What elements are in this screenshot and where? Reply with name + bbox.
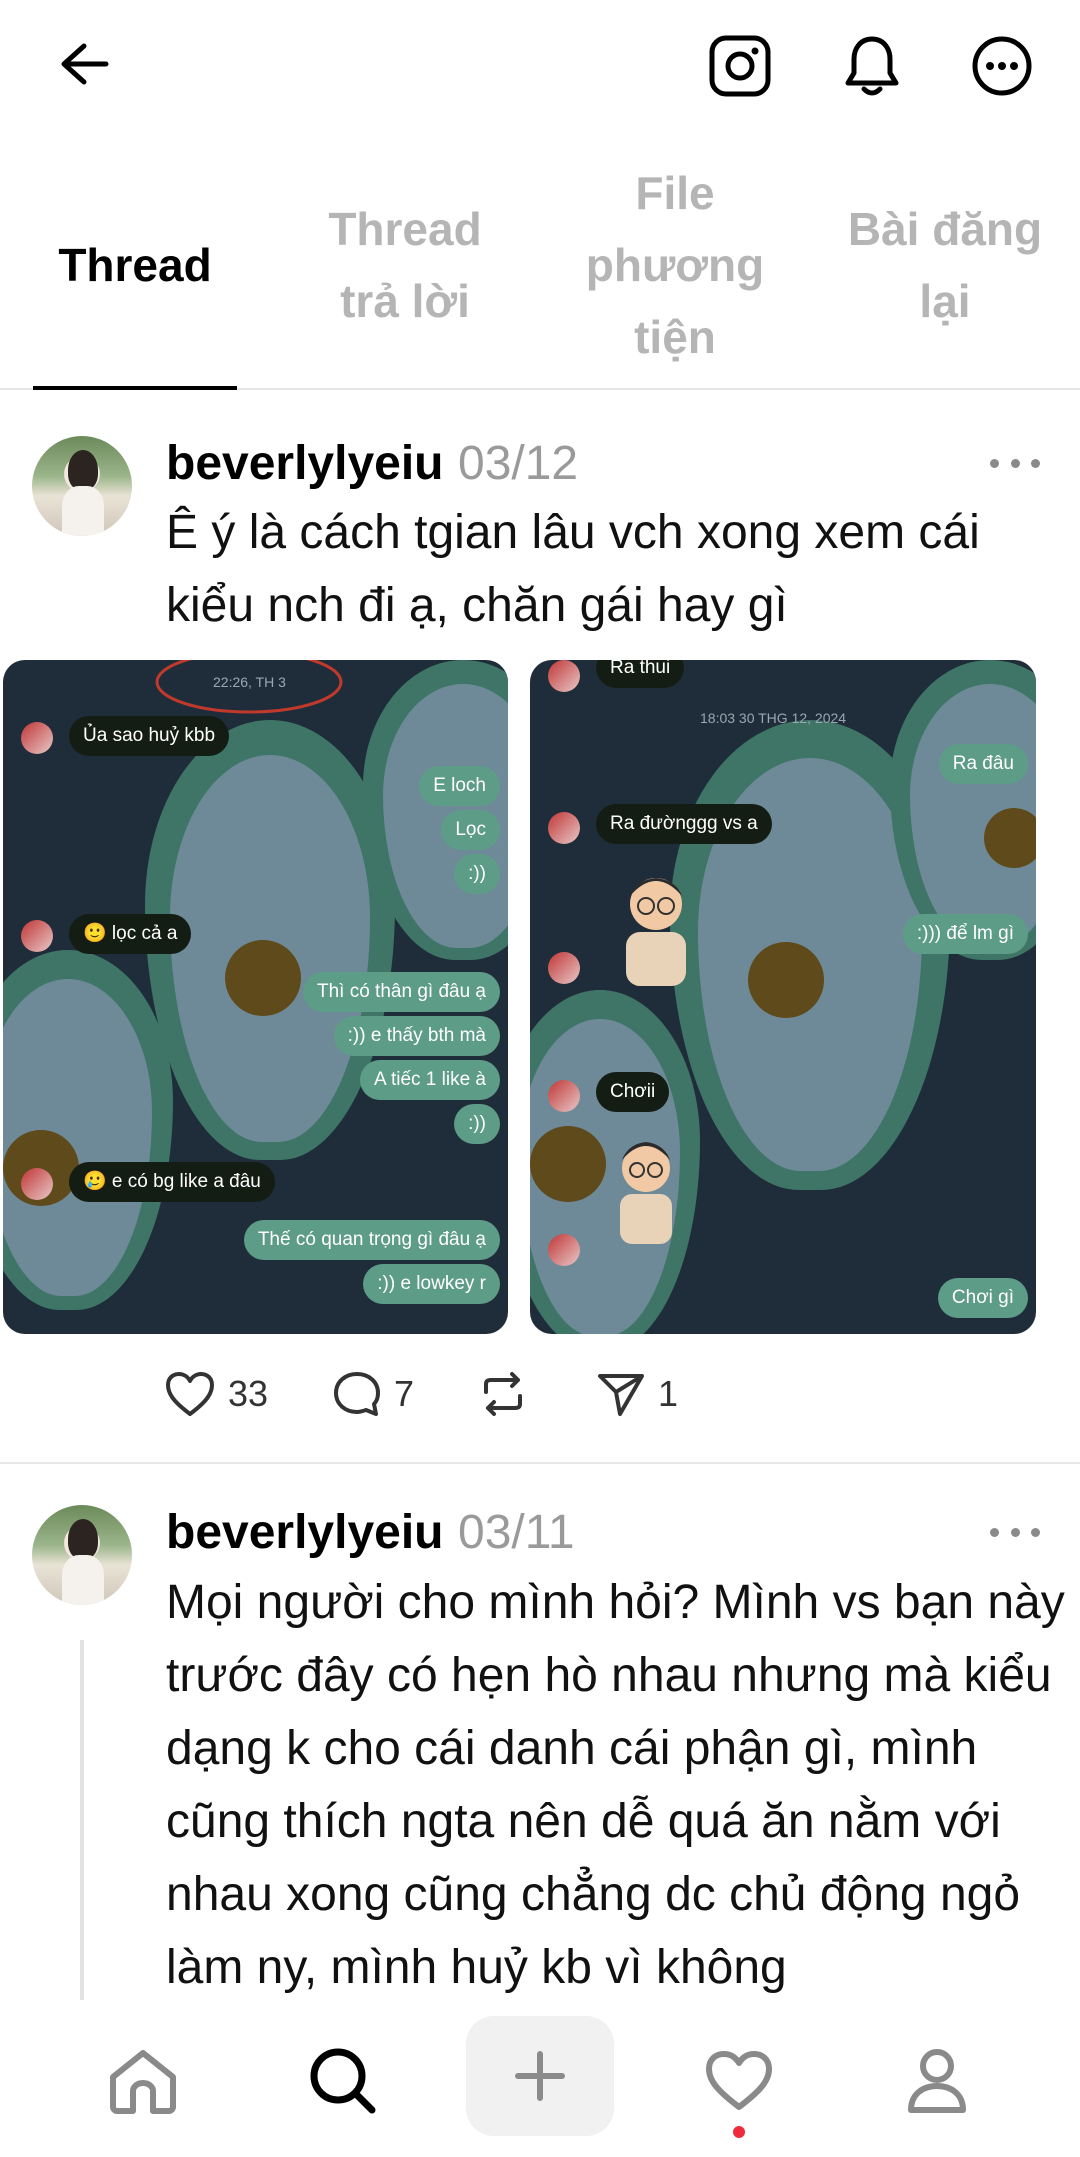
bottom-navigation — [0, 2006, 1080, 2157]
avatar[interactable] — [32, 1505, 132, 1605]
profile-tabs: Thread Thread trả lời File phương tiện B… — [0, 140, 1080, 390]
heart-icon — [706, 2051, 772, 2110]
more-options-button[interactable] — [962, 26, 1042, 106]
bell-icon — [845, 36, 899, 96]
tab-thread[interactable]: Thread — [0, 140, 270, 390]
reply-button[interactable]: 7 — [332, 1370, 414, 1418]
chat-bubble: :)) — [454, 1104, 500, 1144]
avatar[interactable] — [32, 436, 132, 536]
tab-label: Thread — [58, 239, 212, 291]
more-circle-icon — [972, 36, 1032, 96]
top-bar — [0, 0, 1080, 130]
plus-icon — [515, 2051, 565, 2101]
chat-avatar — [21, 722, 53, 754]
post-more-button[interactable] — [990, 1517, 1040, 1547]
nav-profile[interactable] — [862, 2016, 1012, 2146]
chat-bubble: Ra đườnggg vs a — [596, 804, 772, 844]
post-image[interactable]: Ra thui 18:03 30 THG 12, 2024 Ra đâu Ra … — [530, 660, 1036, 1334]
chat-bubble: Chơi gì — [937, 1278, 1028, 1318]
chat-bubble: :))) để lm gì — [902, 914, 1028, 954]
tab-label: Bài đăng lại — [847, 203, 1043, 327]
chat-avatar — [548, 812, 580, 844]
chat-avatar — [548, 1234, 580, 1266]
tab-reposts[interactable]: Bài đăng lại — [810, 140, 1080, 390]
reply-count: 7 — [394, 1373, 415, 1414]
tab-label: File phương tiện — [585, 167, 765, 363]
tab-media[interactable]: File phương tiện — [540, 140, 810, 390]
chat-bubble: Thì có thân gì đâu ạ — [302, 972, 500, 1012]
chat-bubble: Ủa sao huỷ kbb — [69, 716, 230, 756]
post-date: 03/12 — [458, 437, 579, 490]
profile-icon — [908, 2049, 966, 2113]
active-tab-indicator — [33, 386, 237, 390]
post-divider — [0, 1462, 1080, 1464]
notifications-button[interactable] — [832, 26, 912, 106]
nav-create[interactable] — [466, 2016, 614, 2136]
chat-bubble: Lọc — [441, 810, 500, 850]
post-date: 03/11 — [458, 1506, 575, 1559]
post-more-button[interactable] — [990, 448, 1040, 478]
tab-thread-replies[interactable]: Thread trả lời — [270, 140, 540, 390]
arrow-left-icon — [61, 43, 109, 85]
memoji-sticker — [620, 1142, 672, 1244]
instagram-button[interactable] — [700, 26, 780, 106]
nav-search[interactable] — [268, 2016, 418, 2146]
chat-avatar — [548, 660, 580, 692]
chat-bubble: :)) e thấy bth mà — [333, 1016, 500, 1056]
send-icon — [598, 1374, 644, 1416]
post-username[interactable]: beverlylyeiu — [166, 1505, 444, 1560]
instagram-icon — [709, 35, 771, 97]
nav-activity[interactable] — [664, 2016, 814, 2146]
chat-timestamp: 22:26, TH 3 — [213, 674, 286, 690]
search-icon — [310, 2048, 376, 2114]
back-button[interactable] — [48, 28, 120, 100]
post-text: Ê ý là cách tgian lâu vch xong xem cái k… — [166, 506, 980, 632]
home-icon — [110, 2050, 176, 2114]
chat-avatar — [21, 1168, 53, 1200]
chat-bubble: 🥲 e có bg like a đâu — [69, 1162, 275, 1202]
share-button[interactable]: 1 — [596, 1370, 678, 1418]
chat-bubble: 🙂 lọc cả a — [69, 914, 192, 954]
repost-icon — [484, 1372, 522, 1416]
post-text: Mọi người cho mình hỏi? Mình vs bạn này … — [166, 1576, 1065, 1994]
post-image[interactable]: 22:26, TH 3 Ủa sao huỷ kbb E loch Lọc :)… — [3, 660, 508, 1334]
heart-icon — [166, 1372, 214, 1416]
memoji-sticker — [626, 878, 686, 986]
chat-bubble: Chơii — [596, 1072, 670, 1112]
thread-connector-line — [80, 1640, 84, 2000]
like-count: 33 — [228, 1373, 269, 1414]
chat-bubble: A tiếc 1 like à — [360, 1060, 500, 1100]
chat-timestamp: 18:03 30 THG 12, 2024 — [700, 710, 847, 726]
nav-home[interactable] — [68, 2016, 218, 2146]
chat-bubble: :)) — [454, 854, 500, 894]
like-button[interactable]: 33 — [164, 1370, 268, 1418]
chat-avatar — [548, 1080, 580, 1112]
share-count: 1 — [658, 1373, 679, 1414]
post-actions: 33 7 1 — [0, 1370, 1080, 1430]
notification-dot — [733, 2126, 745, 2138]
chat-bubble: Ra đâu — [938, 744, 1028, 784]
chat-bubble: E loch — [419, 766, 500, 806]
repost-button[interactable] — [478, 1370, 540, 1418]
post-username[interactable]: beverlylyeiu — [166, 436, 444, 491]
chat-bubble: Ra thui — [596, 660, 685, 688]
chat-bubble: Thế có quan trọng gì đâu ạ — [243, 1220, 500, 1260]
chat-bubble: :)) e lowkey r — [363, 1264, 500, 1304]
comment-icon — [334, 1372, 380, 1416]
tab-label: Thread trả lời — [328, 203, 482, 327]
chat-avatar — [548, 952, 580, 984]
chat-avatar — [21, 920, 53, 952]
